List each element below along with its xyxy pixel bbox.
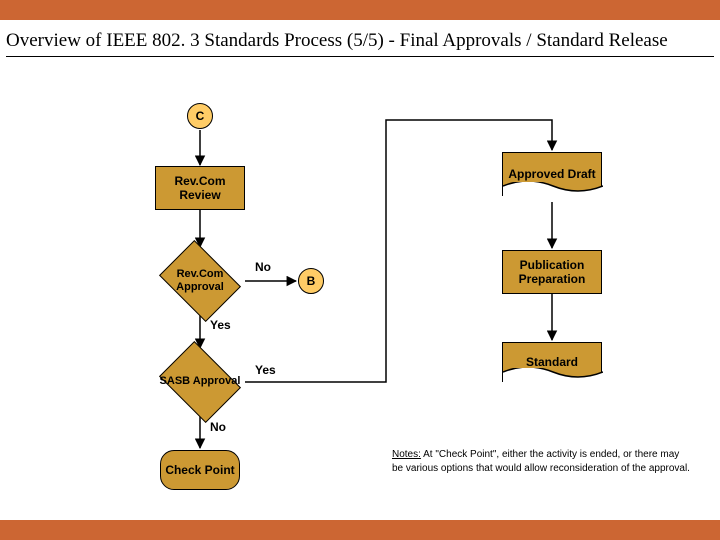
pub-prep-label: Publication Preparation <box>507 258 597 287</box>
decision-sasb-approval: SASB Approval <box>155 348 245 416</box>
revcom-review-label: Rev.Com Review <box>160 174 240 203</box>
node-check-point: Check Point <box>160 450 240 490</box>
decision-revcom-approval: Rev.Com Approval <box>155 247 245 315</box>
connector-c-label: C <box>196 109 205 123</box>
node-approved-draft: Approved Draft <box>502 152 602 196</box>
node-publication-preparation: Publication Preparation <box>502 250 602 294</box>
standard-label: Standard <box>526 355 578 369</box>
sasb-approval-label: SASB Approval <box>160 375 241 388</box>
approved-draft-label: Approved Draft <box>508 167 595 181</box>
label-revcom-no: No <box>255 260 271 274</box>
notes-heading: Notes: <box>392 449 421 460</box>
connector-b: B <box>298 268 324 294</box>
diagram-stage: C Rev.Com Review Rev.Com Approval No Yes… <box>0 0 720 540</box>
check-point-label: Check Point <box>165 463 234 477</box>
label-revcom-yes: Yes <box>210 318 231 332</box>
notes-block: Notes: At "Check Point", either the acti… <box>392 448 692 475</box>
notes-body: At "Check Point", either the activity is… <box>392 449 690 474</box>
label-sasb-yes: Yes <box>255 363 276 377</box>
node-standard: Standard <box>502 342 602 382</box>
connector-b-label: B <box>307 274 316 288</box>
label-sasb-no: No <box>210 420 226 434</box>
connector-c: C <box>187 103 213 129</box>
node-revcom-review: Rev.Com Review <box>155 166 245 210</box>
revcom-approval-label: Rev.Com Approval <box>155 268 245 294</box>
